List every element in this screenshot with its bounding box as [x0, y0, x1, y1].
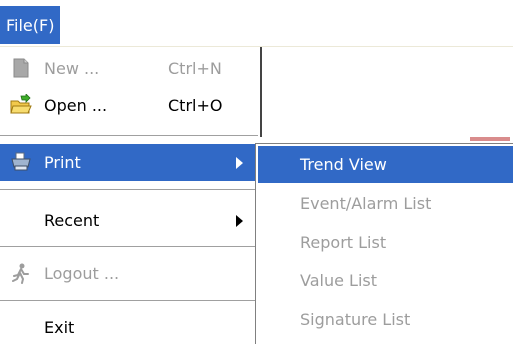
submenu-arrow-icon: [236, 157, 243, 169]
menu-item-logout-label: Logout ...: [44, 264, 120, 283]
file-dropdown-menu: New ... Ctrl+N Open ... Ctrl+O Print Rec…: [0, 47, 262, 344]
file-menu-title[interactable]: File(F): [0, 6, 61, 44]
submenu-item-trend-view[interactable]: Trend View: [258, 146, 513, 183]
submenu-item-report-list[interactable]: Report List: [258, 224, 513, 261]
menu-item-open-shortcut: Ctrl+O: [168, 96, 223, 115]
submenu-item-report-list-label: Report List: [300, 233, 387, 252]
submenu-item-value-list[interactable]: Value List: [258, 262, 513, 299]
menu-item-logout[interactable]: Logout ...: [0, 255, 258, 292]
menu-item-new-label: New ...: [44, 59, 100, 78]
menu-separator: [0, 300, 258, 302]
menu-item-recent-label: Recent: [44, 211, 100, 230]
menu-item-print-label: Print: [44, 153, 81, 172]
menu-item-exit[interactable]: Exit: [0, 309, 258, 346]
file-menu-title-label: File(F): [6, 15, 55, 35]
submenu-item-event-alarm-list[interactable]: Event/Alarm List: [258, 185, 513, 222]
menu-separator: [0, 135, 258, 137]
menu-item-exit-label: Exit: [44, 318, 75, 337]
submenu-arrow-icon: [236, 215, 243, 227]
submenu-item-signature-list[interactable]: Signature List: [258, 301, 513, 338]
submenu-item-trend-view-label: Trend View: [300, 155, 387, 174]
logout-icon: [10, 262, 32, 284]
submenu-item-value-list-label: Value List: [300, 271, 377, 290]
menu-item-new[interactable]: New ... Ctrl+N: [0, 50, 258, 87]
menu-item-open[interactable]: Open ... Ctrl+O: [0, 87, 258, 124]
menu-item-open-label: Open ...: [44, 96, 108, 115]
printer-icon: [10, 151, 32, 173]
new-document-icon: [10, 57, 32, 79]
submenu-item-event-alarm-list-label: Event/Alarm List: [300, 194, 432, 213]
submenu-item-signature-list-label: Signature List: [300, 310, 411, 329]
background-window-fragment: [470, 137, 510, 141]
window-edge: [260, 47, 262, 137]
menu-item-recent[interactable]: Recent: [0, 202, 258, 239]
menu-item-print[interactable]: Print: [0, 144, 258, 181]
menu-separator: [0, 189, 258, 191]
print-submenu: Trend View Event/Alarm List Report List …: [255, 143, 513, 344]
menu-item-new-shortcut: Ctrl+N: [168, 59, 222, 78]
menu-separator: [0, 246, 258, 248]
open-folder-icon: [10, 93, 32, 116]
menu-bar: File(F): [0, 0, 513, 46]
